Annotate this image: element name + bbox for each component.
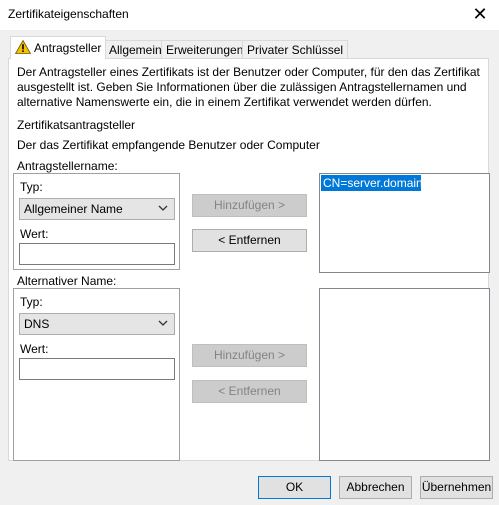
tab-allgemein[interactable]: Allgemein (104, 40, 167, 58)
alt-type-dropdown[interactable]: DNS (19, 313, 175, 335)
tab-antragsteller[interactable]: Antragsteller (10, 36, 107, 59)
alt-add-button[interactable]: Hinzufügen > (192, 344, 307, 367)
section-heading: Zertifikatsantragsteller (17, 118, 136, 132)
alt-remove-button[interactable]: < Entfernen (192, 380, 307, 403)
alt-value-label: Wert: (20, 342, 49, 356)
subject-name-list[interactable]: CN=server.domain (319, 173, 490, 273)
subject-add-button[interactable]: Hinzufügen > (192, 194, 307, 217)
tab-label: Antragsteller (34, 41, 102, 55)
subject-type-dropdown[interactable]: Allgemeiner Name (19, 198, 175, 220)
subject-name-label: Antragstellername: (17, 159, 118, 173)
tab-label: Allgemein (109, 43, 162, 57)
tab-erweiterungen[interactable]: Erweiterungen (161, 40, 249, 58)
tab-label: Erweiterungen (166, 43, 244, 57)
subject-remove-button[interactable]: < Entfernen (192, 229, 307, 252)
list-item[interactable]: CN=server.domain (321, 175, 423, 191)
alt-type-label: Typ: (20, 295, 43, 309)
ok-button[interactable]: OK (258, 476, 331, 499)
cancel-button[interactable]: Abbrechen (339, 476, 412, 499)
chevron-down-icon (158, 205, 168, 211)
subject-type-label: Typ: (20, 180, 43, 194)
intro-text-line-1: Der Antragsteller eines Zertifikats ist … (17, 65, 480, 79)
close-button[interactable]: ✕ (468, 3, 492, 25)
intro-text-line-3: alternative Namenswerte ein, die in eine… (17, 95, 432, 109)
alt-name-list[interactable] (319, 288, 490, 461)
alt-value-input[interactable] (19, 358, 175, 380)
section-subheading: Der das Zertifikat empfangende Benutzer … (17, 138, 320, 152)
tab-privater-schluessel[interactable]: Privater Schlüssel (242, 40, 349, 58)
warning-icon (15, 40, 31, 54)
subject-type-value: Allgemeiner Name (24, 202, 123, 216)
window-title: Zertifikateigenschaften (8, 7, 129, 21)
subject-value-input[interactable] (19, 243, 175, 265)
alt-type-value: DNS (24, 317, 50, 331)
subject-value-label: Wert: (20, 227, 49, 241)
intro-text-line-2: ausgestellt ist. Geben Sie Informationen… (17, 80, 467, 94)
tab-label: Privater Schlüssel (247, 43, 344, 57)
apply-button[interactable]: Übernehmen (420, 476, 493, 499)
alt-name-label: Alternativer Name: (17, 274, 117, 288)
chevron-down-icon (158, 320, 168, 326)
